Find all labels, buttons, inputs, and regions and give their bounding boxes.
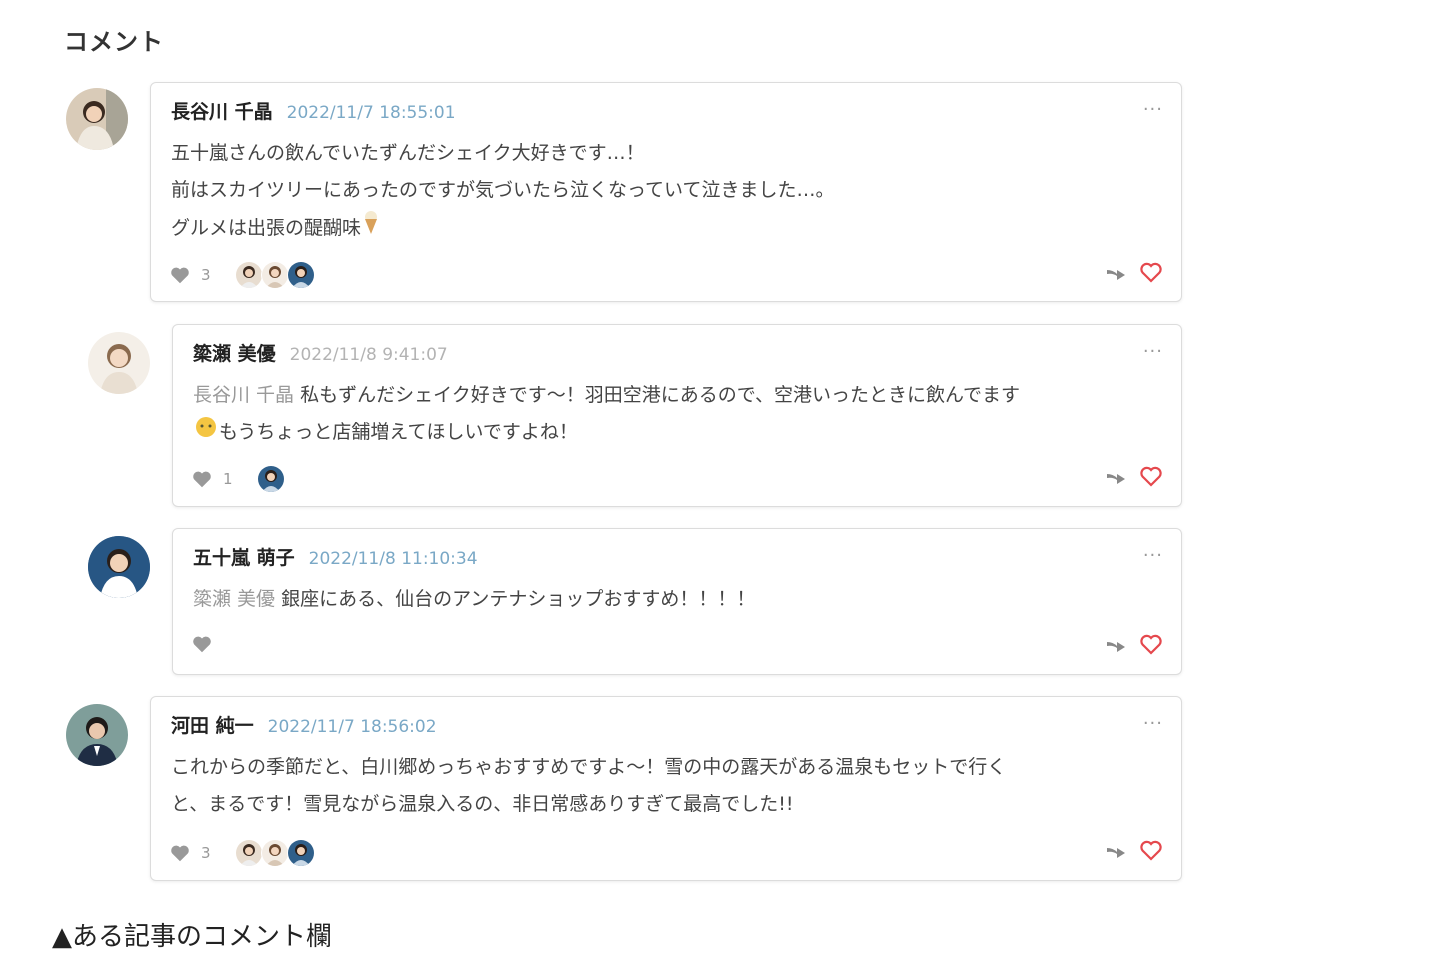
author-name[interactable]: 五十嵐 萌子 <box>193 543 295 570</box>
reply-arrow-icon[interactable] <box>1105 840 1127 860</box>
comment-text: これからの季節だと、白川郷めっちゃおすすめですよ～！雪の中の露天がある温泉もセッ… <box>171 749 1141 823</box>
comment-line: グルメは出張の醍醐味 <box>171 217 362 239</box>
more-options-icon[interactable]: ··· <box>1143 713 1163 734</box>
comment-line: 私もずんだシェイク好きです～！羽田空港にあるので、空港いったときに飲んでます <box>294 384 1020 406</box>
comment-line: これからの季節だと、白川郷めっちゃおすすめですよ～！雪の中の露天がある温泉もセッ… <box>171 756 1007 778</box>
comment-card: 長谷川 千晶 2022/11/7 18:55:01 ··· 五十嵐さんの飲んでい… <box>150 82 1182 302</box>
like-heart-icon[interactable] <box>169 264 191 286</box>
timestamp: 2022/11/7 18:56:02 <box>267 717 437 737</box>
author-name[interactable]: 長谷川 千晶 <box>171 97 273 124</box>
liker-avatars[interactable] <box>234 261 315 289</box>
heart-icon[interactable] <box>1139 839 1163 861</box>
comment-card: 簗瀬 美優 2022/11/8 9:41:07 ··· 長谷川 千晶 私もずんだ… <box>172 324 1182 507</box>
like-heart-icon[interactable] <box>169 842 191 864</box>
timestamp: 2022/11/8 9:41:07 <box>289 345 448 365</box>
mention[interactable]: 長谷川 千晶 <box>193 384 294 406</box>
avatar[interactable] <box>88 332 150 394</box>
reply-arrow-icon[interactable] <box>1105 466 1127 486</box>
liker-avatars[interactable] <box>256 465 285 493</box>
liker-avatar <box>286 261 315 289</box>
heart-icon[interactable] <box>1139 633 1163 655</box>
avatar[interactable] <box>66 88 128 150</box>
liker-avatar <box>260 261 289 289</box>
more-options-icon[interactable]: ··· <box>1143 99 1163 120</box>
liker-avatar <box>256 465 285 493</box>
author-name[interactable]: 河田 純一 <box>171 711 254 738</box>
more-options-icon[interactable]: ··· <box>1143 545 1163 566</box>
comment-line: もうちょっと店舗増えてほしいですよね！ <box>219 421 578 443</box>
comment-card: 五十嵐 萌子 2022/11/8 11:10:34 ··· 簗瀬 美優 銀座にあ… <box>172 528 1182 675</box>
timestamp: 2022/11/8 11:10:34 <box>308 549 478 569</box>
face-icon <box>193 414 219 451</box>
liker-avatar <box>234 261 263 289</box>
avatar[interactable] <box>88 536 150 598</box>
timestamp: 2022/11/7 18:55:01 <box>286 103 456 123</box>
liker-avatar <box>234 839 263 867</box>
like-count: 3 <box>201 266 211 284</box>
reply-arrow-icon[interactable] <box>1105 262 1127 282</box>
heart-icon[interactable] <box>1139 261 1163 283</box>
mention[interactable]: 簗瀬 美優 <box>193 588 275 610</box>
comment-text: 簗瀬 美優 銀座にある、仙台のアンテナショップおすすめ！！！！ <box>193 581 1141 618</box>
comment-text: 五十嵐さんの飲んでいたずんだシェイク大好きです…！ 前はスカイツリーにあったので… <box>171 135 1141 248</box>
like-heart-icon[interactable] <box>191 633 213 655</box>
reply-arrow-icon[interactable] <box>1105 634 1127 654</box>
author-name[interactable]: 簗瀬 美優 <box>193 339 276 366</box>
avatar[interactable] <box>66 704 128 766</box>
caption: ▲ある記事のコメント欄 <box>52 922 332 952</box>
like-count: 1 <box>223 470 233 488</box>
comment-text: 長谷川 千晶 私もずんだシェイク好きです～！羽田空港にあるので、空港いったときに… <box>193 377 1141 451</box>
more-options-icon[interactable]: ··· <box>1143 341 1163 362</box>
comment-line: 前はスカイツリーにあったのですが気づいたら泣くなっていて泣きました…。 <box>171 179 835 201</box>
liker-avatar <box>286 839 315 867</box>
like-heart-icon[interactable] <box>191 468 213 490</box>
soft-ice-cream-icon <box>361 209 381 248</box>
comment-line: 銀座にある、仙台のアンテナショップおすすめ！！！！ <box>275 588 756 610</box>
comment-line: 五十嵐さんの飲んでいたずんだシェイク大好きです…！ <box>171 142 645 164</box>
section-title: コメント <box>64 28 164 56</box>
comment-card: 河田 純一 2022/11/7 18:56:02 ··· これからの季節だと、白… <box>150 696 1182 881</box>
heart-icon[interactable] <box>1139 465 1163 487</box>
like-count: 3 <box>201 844 211 862</box>
liker-avatar <box>260 839 289 867</box>
liker-avatars[interactable] <box>234 839 315 867</box>
comment-line: と、まるです！雪見ながら温泉入るの、非日常感ありすぎて最高でした!! <box>171 793 794 815</box>
